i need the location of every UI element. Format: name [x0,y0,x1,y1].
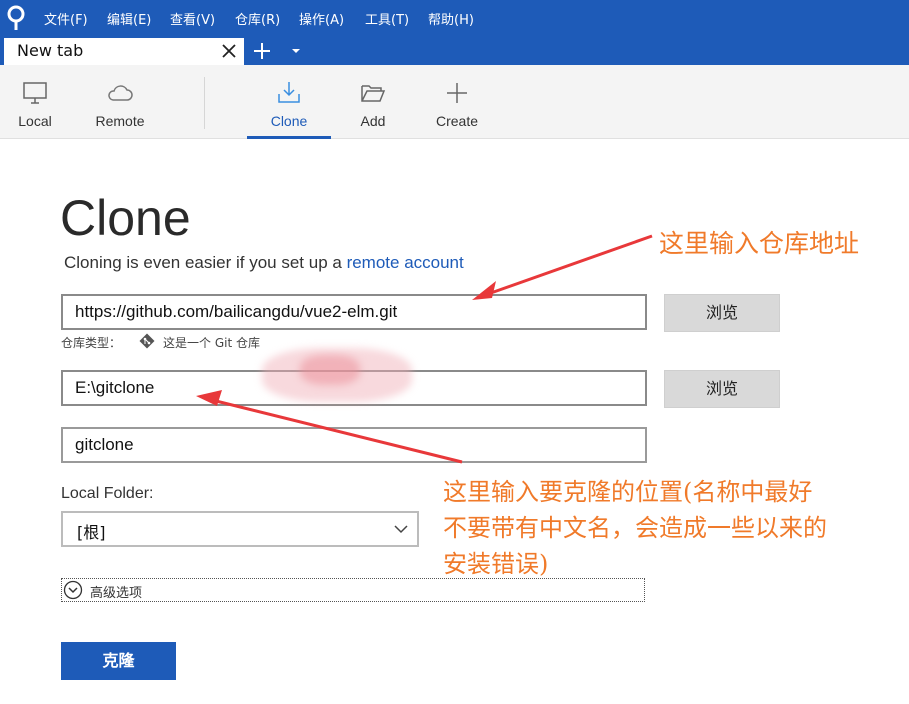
menu-help[interactable]: 帮助(H) [428,9,474,28]
menu-actions[interactable]: 操作(A) [299,9,344,28]
cloud-icon [108,85,133,101]
browse-destination-button[interactable]: 浏览 [664,370,780,408]
toolbar-create-button[interactable]: Create [424,65,490,139]
chevron-down-icon [394,525,408,534]
advanced-options-toggle[interactable]: 高级选项 [61,578,645,602]
local-folder-value: [根] [77,523,106,542]
annotation-bottom-line-2: 不要带有中文名，会造成一些以来的 [443,514,827,542]
toolbar-label: Add [360,113,386,129]
sourcetree-logo-icon[interactable] [6,5,26,31]
source-url-input[interactable]: https://github.com/bailicangdu/vue2-elm.… [61,294,647,330]
tab-new-tab[interactable]: New tab [4,38,244,65]
menu-repository[interactable]: 仓库(R) [235,9,280,28]
annotation-top: 这里输入仓库地址 [659,229,860,258]
expand-chevron-icon [63,580,83,600]
advanced-options-label: 高级选项 [90,586,143,601]
menu-tools[interactable]: 工具(T) [365,9,409,28]
plus-icon [447,83,467,103]
clone-button[interactable]: 克隆 [61,642,176,680]
toolbar-remote-button[interactable]: Remote [84,65,156,139]
toolbar-label: Clone [270,113,308,129]
monitor-icon [23,82,47,104]
tab-label: New tab [17,41,84,60]
toolbar: Local Remote Clone Add Create [0,65,909,139]
local-folder-label: Local Folder: [61,485,154,502]
menu-edit[interactable]: 编辑(E) [107,9,151,28]
chevron-down-icon[interactable] [290,46,302,56]
menu-bar: 文件(F) 编辑(E) 查看(V) 仓库(R) 操作(A) 工具(T) 帮助(H… [0,0,909,36]
toolbar-clone-button[interactable]: Clone [247,65,331,139]
plus-icon[interactable] [252,41,272,61]
download-icon [278,82,300,103]
git-icon [139,333,155,349]
subtitle-text: Cloning is even easier if you set up a [64,253,347,272]
annotation-bottom-line-3: 安装错误) [443,550,549,578]
annotation-bottom-line-1: 这里输入要克隆的位置(名称中最好 [443,478,813,506]
repo-name-input[interactable]: gitclone [61,427,647,463]
close-icon[interactable] [220,42,238,60]
redaction-smudge [300,355,360,385]
toolbar-local-button[interactable]: Local [6,65,64,139]
folder-open-icon [361,85,386,102]
remote-account-link[interactable]: remote account [347,253,464,272]
subtitle: Cloning is even easier if you set up a r… [64,253,464,273]
browse-source-button[interactable]: 浏览 [664,294,780,332]
local-folder-select[interactable]: [根] [61,511,419,547]
repo-type-label: 仓库类型： [61,336,122,350]
tab-strip: New tab [0,36,909,65]
toolbar-label: Local [18,113,52,129]
toolbar-add-button[interactable]: Add [344,65,402,139]
toolbar-separator [204,77,205,129]
repo-type-value: 这是一个 Git 仓库 [163,336,260,350]
menu-view[interactable]: 查看(V) [170,9,215,28]
menu-file[interactable]: 文件(F) [44,9,88,28]
toolbar-label: Create [435,113,479,129]
page-title: Clone [60,190,191,246]
toolbar-label: Remote [95,113,145,129]
